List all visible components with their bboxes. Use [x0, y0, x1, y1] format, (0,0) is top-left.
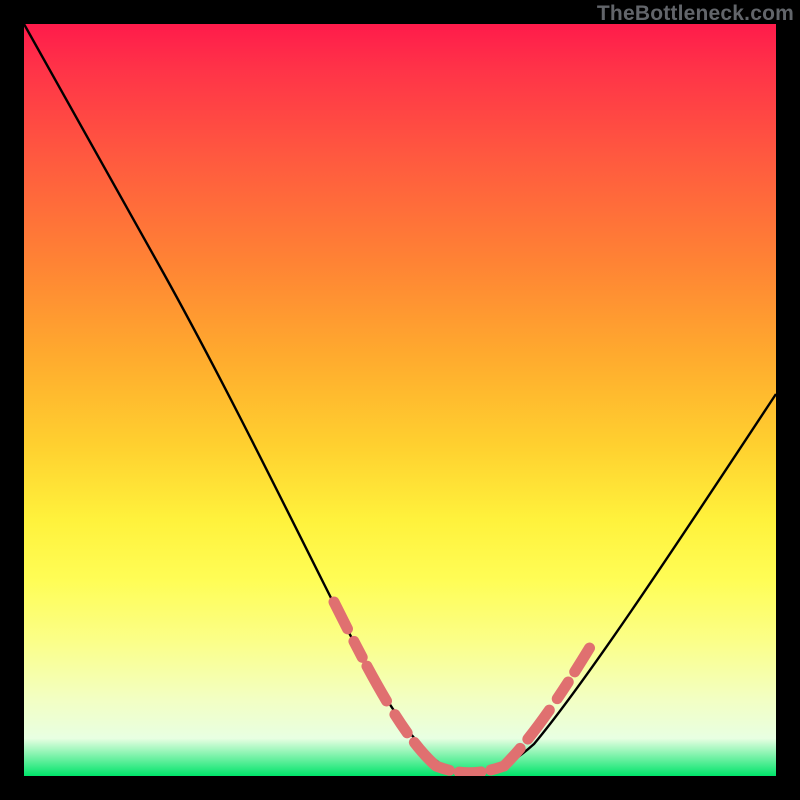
chart-container: TheBottleneck.com — [0, 0, 800, 800]
bottleneck-curve — [24, 24, 776, 774]
plot-area — [24, 24, 776, 776]
highlight-floor — [436, 766, 504, 773]
attribution-label: TheBottleneck.com — [597, 2, 794, 26]
highlight-right — [504, 644, 592, 766]
curve-layer — [24, 24, 776, 776]
highlight-left — [334, 602, 436, 766]
